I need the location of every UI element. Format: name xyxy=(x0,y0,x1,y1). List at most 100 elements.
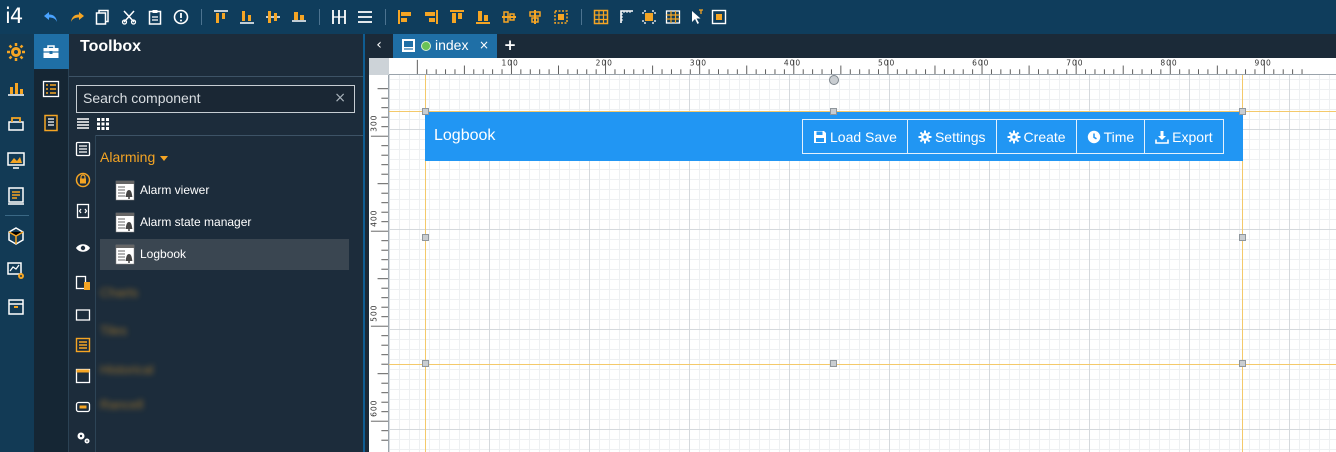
ruler-label: 400 xyxy=(784,59,801,68)
media-category-icon[interactable] xyxy=(75,399,91,415)
window-category-icon[interactable] xyxy=(75,368,91,384)
toolbox-icon[interactable] xyxy=(42,43,60,61)
ruler-label: 700 xyxy=(1066,59,1083,68)
grid-icon[interactable] xyxy=(593,9,609,25)
pointer-icon[interactable] xyxy=(688,9,704,25)
container-category-icon[interactable] xyxy=(75,307,91,323)
settings-gear-icon[interactable] xyxy=(6,42,26,62)
resize-handle[interactable] xyxy=(830,108,837,115)
category-icon-column xyxy=(69,135,96,452)
align-left-icon[interactable] xyxy=(397,9,413,25)
paste-icon[interactable] xyxy=(147,9,163,25)
alarm-category-icon[interactable] xyxy=(75,172,91,188)
resize-handle[interactable] xyxy=(830,360,837,367)
tabs-back-icon[interactable]: ‹ xyxy=(367,34,391,58)
component-logbook[interactable]: Logbook xyxy=(100,239,349,270)
snap-icon[interactable] xyxy=(641,9,657,25)
close-tab-icon[interactable]: × xyxy=(479,38,489,52)
search-input[interactable]: Search component × xyxy=(76,85,355,113)
load-save-button[interactable]: Load Save xyxy=(802,119,908,154)
category-alarming[interactable]: Alarming xyxy=(100,149,169,165)
align-bottom-edge-icon[interactable] xyxy=(475,9,491,25)
component-list-icon[interactable] xyxy=(42,80,60,98)
cut-icon[interactable] xyxy=(121,9,137,25)
alarm-component-icon xyxy=(115,244,135,265)
gear-icon xyxy=(918,130,932,143)
info-icon[interactable] xyxy=(173,9,189,25)
editor-tabs: ‹ index × + xyxy=(367,34,1336,58)
resize-handle[interactable] xyxy=(422,108,429,115)
resize-handle[interactable] xyxy=(1239,234,1246,241)
design-canvas[interactable]: 100 200 300 400 500 600 700 800 900 300 400 500 600… xyxy=(369,58,1336,452)
export-button[interactable]: Export xyxy=(1144,119,1224,154)
button-label: Time xyxy=(1103,128,1135,145)
table-category-icon[interactable] xyxy=(75,337,91,353)
ruler-label: 100 xyxy=(502,59,519,68)
reports-icon[interactable] xyxy=(6,186,26,206)
dashboard-icon[interactable] xyxy=(6,78,26,98)
time-button[interactable]: Time xyxy=(1075,119,1146,154)
align-baseline-icon[interactable] xyxy=(291,9,307,25)
script-category-icon[interactable] xyxy=(75,203,91,219)
distribute-horizontal-icon[interactable] xyxy=(331,9,347,25)
button-label: Settings xyxy=(934,128,986,145)
monitor-settings-icon[interactable] xyxy=(6,261,26,281)
device-category-icon[interactable] xyxy=(75,275,91,291)
sub-nav-rail xyxy=(34,34,69,452)
resize-handle[interactable] xyxy=(1239,108,1246,115)
tab-index[interactable]: index × xyxy=(393,34,497,58)
tab-label: index xyxy=(435,37,469,53)
resize-handle[interactable] xyxy=(422,234,429,241)
logbook-button-group: Load Save Settings Create Time Export xyxy=(802,119,1224,154)
ruler-label: 300 xyxy=(690,59,707,68)
align-right-icon[interactable] xyxy=(423,9,439,25)
download-icon xyxy=(1155,130,1169,144)
alarm-component-icon xyxy=(115,212,135,233)
add-tab-icon[interactable]: + xyxy=(501,36,519,56)
rotate-handle[interactable] xyxy=(829,75,839,85)
ruler-top: 100 200 300 400 500 600 700 800 900 xyxy=(389,58,1336,75)
eye-category-icon[interactable] xyxy=(75,240,91,256)
center-both-icon[interactable] xyxy=(553,9,569,25)
page-list-icon[interactable] xyxy=(42,114,60,132)
ruler-label: 200 xyxy=(596,59,613,68)
create-button[interactable]: Create xyxy=(995,119,1077,154)
component-alarm-state-manager[interactable]: Alarm state manager xyxy=(100,207,349,238)
align-middle-icon[interactable] xyxy=(265,9,281,25)
copy-icon[interactable] xyxy=(95,9,111,25)
fit-icon[interactable] xyxy=(711,9,727,25)
grid-view-icon[interactable] xyxy=(96,117,110,131)
gear-icon xyxy=(1007,130,1021,143)
main-nav-rail xyxy=(0,34,34,452)
hardware-icon[interactable] xyxy=(6,114,26,134)
screens-icon[interactable] xyxy=(6,150,26,170)
undo-icon[interactable] xyxy=(43,9,59,25)
button-label: Load Save xyxy=(830,128,897,145)
distribute-vertical-icon[interactable] xyxy=(357,9,373,25)
resize-handle[interactable] xyxy=(422,360,429,367)
ruler-label: 900 xyxy=(1255,59,1272,68)
blurred-category[interactable]: Charts xyxy=(100,285,138,300)
panel-title: Toolbox xyxy=(80,38,142,55)
archive-icon[interactable] xyxy=(6,297,26,317)
list-view-icon[interactable] xyxy=(76,117,90,131)
blurred-category[interactable]: Historical xyxy=(100,362,153,377)
blurred-category[interactable]: Tiles xyxy=(100,323,127,338)
ruler-icon[interactable] xyxy=(619,9,635,25)
settings-button[interactable]: Settings xyxy=(906,119,997,154)
align-bottom-icon[interactable] xyxy=(239,9,255,25)
redo-icon[interactable] xyxy=(69,9,85,25)
gears-category-icon[interactable] xyxy=(75,429,91,445)
center-horizontal-icon[interactable] xyxy=(501,9,517,25)
package-icon[interactable] xyxy=(6,226,26,246)
clear-search-icon[interactable]: × xyxy=(334,90,346,106)
align-top-edge-icon[interactable] xyxy=(449,9,465,25)
table-icon[interactable] xyxy=(665,9,681,25)
resize-handle[interactable] xyxy=(1239,360,1246,367)
logbook-widget[interactable]: Logbook Load Save Settings Create Time E… xyxy=(425,112,1243,161)
blurred-category[interactable]: Rancell xyxy=(100,397,143,412)
align-top-icon[interactable] xyxy=(213,9,229,25)
component-alarm-viewer[interactable]: Alarm viewer xyxy=(100,175,349,206)
center-vertical-icon[interactable] xyxy=(527,9,543,25)
category-list-icon[interactable] xyxy=(75,141,91,157)
